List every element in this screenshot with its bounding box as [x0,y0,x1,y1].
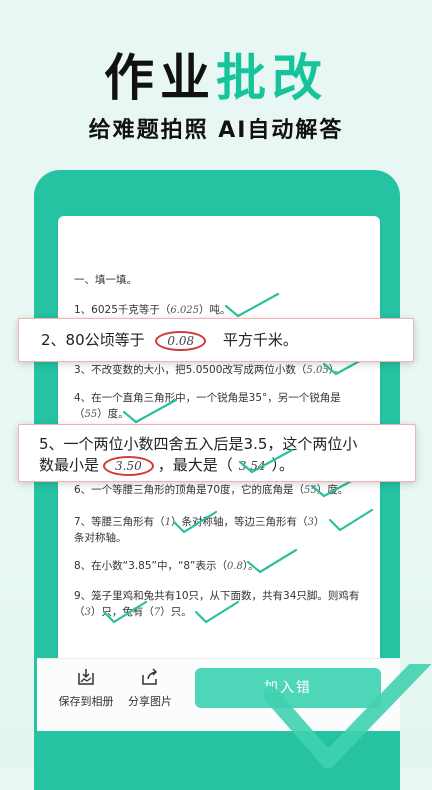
question-1-answer: 6.025 [170,305,200,316]
hero-title: 作业批改 [0,38,432,110]
check-mark-icon [102,600,148,624]
section-title: 一、填一填。 [74,274,137,286]
share-image-button[interactable]: 分享图片 [115,667,185,709]
save-to-album-label: 保存到相册 [58,695,114,708]
check-mark-icon [238,448,294,474]
question-1: 1、6025千克等于（6.025）吨。 [74,302,231,319]
question-8: 8、在小数“3.85”中，“8”表示（0.8）。 [74,558,259,575]
check-mark-icon [246,548,298,574]
share-icon [142,668,158,685]
hero-title-black: 作业 [104,49,216,107]
magnified-question-2: 2、80公顷等于 0.08 平方千米。 [18,318,414,362]
question-3: 3、不改变数的大小，把5.0500改写成两位小数（5.05）。 [74,362,344,379]
check-mark-icon [328,508,374,532]
question-4-prefix: （ [74,408,85,420]
question-7-suffix: ） [313,516,325,528]
question-8-answer: 0.8 [227,561,243,572]
question-9-prefix: （ [74,606,85,618]
question-9-suffix: ）只。 [160,606,192,618]
question-1-prefix: 1、6025千克等于（ [74,304,171,316]
callout-2-line-1: 5、一个两位小数四舍五入后是3.5，这个两位小 [39,435,358,453]
large-check-mark-icon [264,664,432,768]
callout-2-mid: ，最大是（ [157,456,233,474]
question-4-answer: 55 [84,409,98,420]
share-image-label: 分享图片 [128,695,172,708]
question-3-text: 3、不改变数的大小，把5.0500改写成两位小数（ [74,364,307,376]
callout-1-answer: 0.08 [155,331,207,351]
question-7-prefix: 7、等腰三角形有（ [74,516,165,528]
hero-subtitle: 给难题拍照 AI自动解答 [88,118,344,143]
callout-2-prefix: 数最小是 [39,456,100,474]
save-to-album-button[interactable]: 保存到相册 [51,667,121,709]
question-8-prefix: 8、在小数“3.85”中，“8”表示（ [74,560,227,572]
hero-title-accent: 批改 [216,49,328,107]
check-mark-icon [194,600,240,624]
callout-1-suffix: 平方千米。 [222,331,298,349]
question-4-line-1: 4、在一个直角三角形中，一个锐角是35°，另一个锐角是 [74,392,341,404]
question-7-line-2: 条对称轴。 [74,532,127,544]
magnified-question-5: 5、一个两位小数四舍五入后是3.5，这个两位小 数最小是 3.50 ，最大是（ 3.5… [18,424,416,482]
callout-1-prefix: 2、80公顷等于 [41,331,145,349]
callout-2-answer-1: 3.50 [103,456,154,476]
question-6-prefix: 6、一个等腰三角形的顶角是70度，它的底角是（ [74,484,305,496]
download-image-icon [78,669,94,685]
check-mark-icon [172,510,218,534]
